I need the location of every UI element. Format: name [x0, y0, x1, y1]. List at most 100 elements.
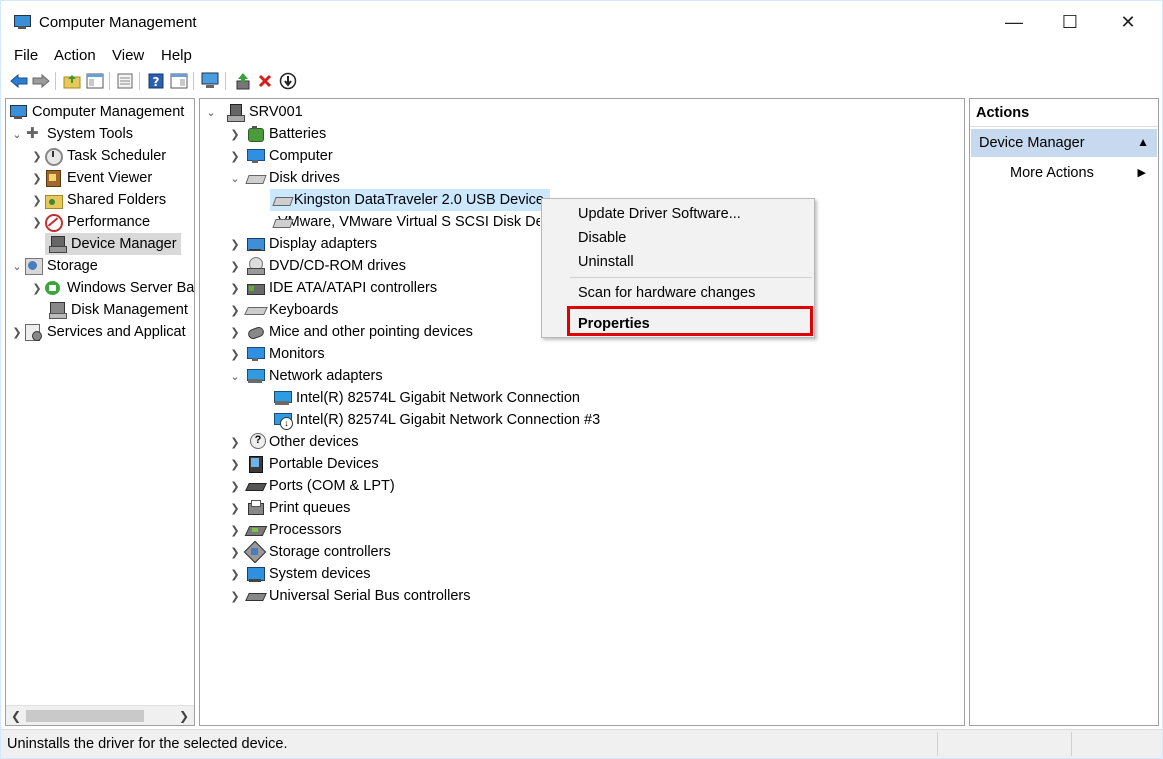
device-category-usb-controllers[interactable]: ❯ Universal Serial Bus controllers [228, 585, 470, 607]
device-item-kingston-usb[interactable]: Kingston DataTraveler 2.0 USB Device [270, 189, 550, 211]
device-category-other-devices[interactable]: ❯ Other devices [228, 431, 358, 453]
device-category-print-queues[interactable]: ❯ Print queues [228, 497, 350, 519]
scrollbar-thumb[interactable] [26, 710, 144, 722]
device-category-disk-drives[interactable]: ⌄ Disk drives [228, 167, 340, 189]
update-driver-button[interactable] [233, 71, 253, 91]
tree-item-system-tools[interactable]: ⌄ System Tools [10, 123, 133, 145]
device-category-keyboards[interactable]: ❯ Keyboards [228, 299, 338, 321]
tree-item-windows-server-backup[interactable]: ❯ Windows Server Ba [30, 277, 194, 299]
chevron-right-icon[interactable]: ❯ [10, 321, 24, 343]
tree-item-services-and-applications[interactable]: ❯ Services and Applicat [10, 321, 186, 343]
device-category-monitors[interactable]: ❯ Monitors [228, 343, 324, 365]
console-tree-pane[interactable]: Computer Management ⌄ System Tools ❯ Tas… [5, 98, 195, 726]
context-menu-disable[interactable]: Disable [578, 230, 626, 246]
chevron-down-icon[interactable]: ⌄ [228, 365, 242, 387]
close-button[interactable]: ✕ [1117, 11, 1139, 33]
properties-highlight-box [567, 306, 813, 336]
actions-section-device-manager[interactable]: Device Manager ▲ [971, 129, 1157, 157]
chevron-right-icon[interactable]: ❯ [228, 343, 242, 365]
device-category-display-adapters[interactable]: ❯ Display adapters [228, 233, 377, 255]
disk-drives-icon [246, 169, 264, 187]
toolbar: ? [1, 69, 1162, 93]
tree-item-event-viewer[interactable]: ❯ Event Viewer [30, 167, 152, 189]
tree-item-device-manager[interactable]: Device Manager [45, 233, 181, 255]
scroll-left-icon[interactable]: ❮ [8, 708, 24, 724]
chevron-right-icon[interactable]: ❯ [30, 211, 44, 233]
chevron-right-icon[interactable]: ❯ [228, 233, 242, 255]
chevron-right-icon[interactable]: ❯ [228, 453, 242, 475]
device-category-system-devices[interactable]: ❯ System devices [228, 563, 371, 585]
help-button[interactable]: ? [146, 71, 166, 91]
minimize-button[interactable]: — [1003, 11, 1025, 33]
show-hide-console-tree-button[interactable] [85, 71, 105, 91]
chevron-right-icon[interactable]: ❯ [30, 277, 44, 299]
forward-button[interactable] [31, 71, 51, 91]
device-category-storage-controllers[interactable]: ❯ Storage controllers [228, 541, 390, 563]
tree-item-storage[interactable]: ⌄ Storage [10, 255, 98, 277]
tree-item-performance[interactable]: ❯ Performance [30, 211, 150, 233]
chevron-right-icon[interactable]: ❯ [228, 123, 242, 145]
tree-item-disk-management[interactable]: Disk Management [45, 299, 188, 321]
more-actions-link[interactable]: More Actions [1010, 165, 1094, 181]
tree-item-shared-folders[interactable]: ❯ Shared Folders [30, 189, 166, 211]
up-one-level-button[interactable] [62, 71, 82, 91]
chevron-right-icon[interactable]: ❯ [30, 167, 44, 189]
chevron-down-icon[interactable]: ⌄ [10, 123, 24, 145]
chevron-down-icon[interactable]: ⌄ [228, 167, 242, 189]
menu-file[interactable]: File [14, 47, 38, 64]
device-category-mice[interactable]: ❯ Mice and other pointing devices [228, 321, 473, 343]
device-category-ports[interactable]: ❯ Ports (COM & LPT) [228, 475, 394, 497]
menu-help[interactable]: Help [161, 47, 192, 64]
device-tree-pane[interactable]: ⌄ SRV001 ❯ Batteries ❯ Computer ⌄ Disk d… [199, 98, 965, 726]
disable-device-button[interactable] [278, 71, 298, 91]
properties-button[interactable] [169, 71, 189, 91]
chevron-down-icon[interactable]: ⌄ [10, 255, 24, 277]
chevron-right-icon[interactable]: ❯ [228, 519, 242, 541]
device-category-ide-ata-atapi[interactable]: ❯ IDE ATA/ATAPI controllers [228, 277, 437, 299]
chevron-right-icon[interactable]: ❯ [30, 145, 44, 167]
menu-view[interactable]: View [112, 47, 144, 64]
menu-action[interactable]: Action [54, 47, 96, 64]
device-category-batteries[interactable]: ❯ Batteries [228, 123, 326, 145]
chevron-right-icon[interactable]: ❯ [228, 277, 242, 299]
collapse-up-icon[interactable]: ▲ [1137, 135, 1149, 149]
context-menu-scan-hardware[interactable]: Scan for hardware changes [578, 285, 755, 301]
disk-drive-icon [273, 191, 289, 209]
context-menu-update-driver[interactable]: Update Driver Software... [578, 206, 741, 222]
context-menu-uninstall[interactable]: Uninstall [578, 254, 634, 270]
device-tree-root[interactable]: ⌄ SRV001 [204, 101, 303, 123]
title-bar[interactable]: Computer Management — ☐ ✕ [1, 1, 1162, 45]
scroll-right-icon[interactable]: ❯ [176, 708, 192, 724]
chevron-right-icon[interactable]: ❯ [228, 145, 242, 167]
device-item-nic-1[interactable]: Intel(R) 82574L Gigabit Network Connecti… [270, 387, 580, 409]
chevron-right-icon[interactable]: ❯ [228, 255, 242, 277]
chevron-right-icon[interactable]: ❯ [30, 189, 44, 211]
uninstall-device-button[interactable] [255, 71, 275, 91]
device-item-vmware-disk[interactable]: VMware, VMware Virtual S SCSI Disk Devic… [270, 211, 540, 233]
export-list-button[interactable] [115, 71, 135, 91]
horizontal-scrollbar[interactable]: ❮ ❯ [6, 705, 194, 725]
chevron-right-icon[interactable]: ❯ [228, 541, 242, 563]
tree-item-task-scheduler[interactable]: ❯ Task Scheduler [30, 145, 166, 167]
chevron-right-icon[interactable]: ❯ [228, 475, 242, 497]
back-button[interactable] [9, 71, 29, 91]
close-icon: ✕ [1120, 11, 1136, 32]
device-category-processors[interactable]: ❯ Processors [228, 519, 341, 541]
chevron-right-icon[interactable]: ❯ [228, 321, 242, 343]
device-category-computer[interactable]: ❯ Computer [228, 145, 332, 167]
chevron-right-icon[interactable]: ❯ [228, 497, 242, 519]
device-item-nic-3[interactable]: Intel(R) 82574L Gigabit Network Connecti… [270, 409, 600, 431]
maximize-button[interactable]: ☐ [1059, 11, 1081, 33]
display-adapters-icon [246, 235, 265, 253]
device-category-dvd-cd-rom[interactable]: ❯ DVD/CD-ROM drives [228, 255, 406, 277]
status-divider [1071, 732, 1072, 756]
device-category-network-adapters[interactable]: ⌄ Network adapters [228, 365, 382, 387]
chevron-right-icon[interactable]: ❯ [228, 585, 242, 607]
scan-for-hardware-changes-button[interactable] [200, 71, 220, 91]
chevron-right-icon[interactable]: ❯ [228, 299, 242, 321]
chevron-right-icon[interactable]: ❯ [228, 431, 242, 453]
chevron-right-icon[interactable]: ❯ [228, 563, 242, 585]
chevron-down-icon[interactable]: ⌄ [204, 101, 218, 123]
device-category-portable-devices[interactable]: ❯ Portable Devices [228, 453, 379, 475]
tree-item-computer-management[interactable]: Computer Management [9, 101, 184, 123]
